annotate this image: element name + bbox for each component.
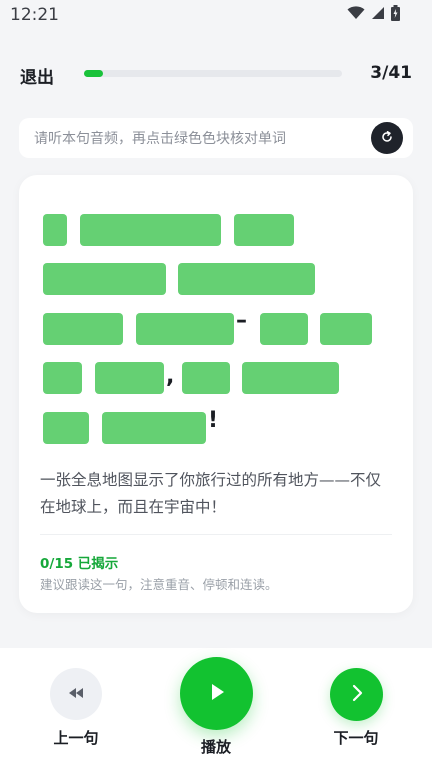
- progress-count: 3/41: [370, 63, 412, 83]
- replay-button[interactable]: [371, 122, 403, 154]
- hidden-word-block[interactable]: [260, 313, 308, 345]
- hidden-word-block[interactable]: [95, 362, 164, 394]
- hidden-word-block[interactable]: [43, 313, 123, 345]
- battery-icon: [391, 5, 400, 21]
- hint-text: 请听本句音频，再点击绿色色块核对单词: [34, 131, 286, 147]
- play-icon: [209, 683, 225, 705]
- divider: [40, 534, 392, 535]
- hidden-word-block[interactable]: [234, 214, 294, 246]
- hidden-word-block[interactable]: [80, 214, 221, 246]
- play-button[interactable]: [180, 657, 253, 730]
- next-sentence-button[interactable]: [330, 668, 383, 721]
- status-time: 12:21: [10, 5, 59, 25]
- punctuation-exclamation: !: [208, 408, 219, 433]
- hidden-word-block[interactable]: [43, 412, 89, 444]
- hidden-word-block[interactable]: [43, 362, 82, 394]
- top-bar: 退出 3/41: [0, 56, 432, 90]
- refresh-icon: [380, 129, 394, 148]
- next-sentence-label: 下一句: [333, 729, 379, 747]
- hidden-word-block[interactable]: [43, 263, 166, 295]
- hidden-word-block[interactable]: [136, 313, 234, 345]
- hint-bar: 请听本句音频，再点击绿色色块核对单词: [19, 118, 413, 158]
- status-bar: 12:21: [0, 0, 432, 30]
- sentence-card: – , ! 一张全息地图显示了你旅行过的所有地方——不仅在地球上，而且在宇宙中！…: [19, 175, 413, 613]
- reveal-count: 0/15 已揭示: [40, 556, 119, 572]
- wifi-icon: [347, 6, 365, 20]
- bottom-controls: 上一句 播放 下一句: [0, 648, 432, 768]
- progress-fill: [84, 70, 103, 77]
- punctuation-comma: ,: [166, 364, 175, 389]
- status-icons: [347, 5, 400, 21]
- hidden-word-block[interactable]: [320, 313, 372, 345]
- hidden-word-block[interactable]: [182, 362, 230, 394]
- hidden-word-block[interactable]: [43, 214, 67, 246]
- previous-sentence-label: 上一句: [53, 729, 99, 747]
- rewind-icon: [67, 685, 85, 704]
- exit-button[interactable]: 退出: [20, 63, 54, 88]
- reading-advice: 建议跟读这一句，注意重音、停顿和连读。: [40, 577, 278, 592]
- hidden-word-block[interactable]: [242, 362, 339, 394]
- signal-icon: [371, 6, 385, 20]
- punctuation-dash: –: [236, 308, 247, 333]
- hidden-word-block[interactable]: [102, 412, 206, 444]
- hidden-word-block[interactable]: [178, 263, 315, 295]
- progress-bar: [84, 70, 342, 77]
- play-label: 播放: [200, 738, 231, 756]
- translation-text: 一张全息地图显示了你旅行过的所有地方——不仅在地球上，而且在宇宙中！: [40, 471, 382, 516]
- chevron-right-icon: [351, 684, 363, 706]
- previous-sentence-button[interactable]: [50, 668, 102, 720]
